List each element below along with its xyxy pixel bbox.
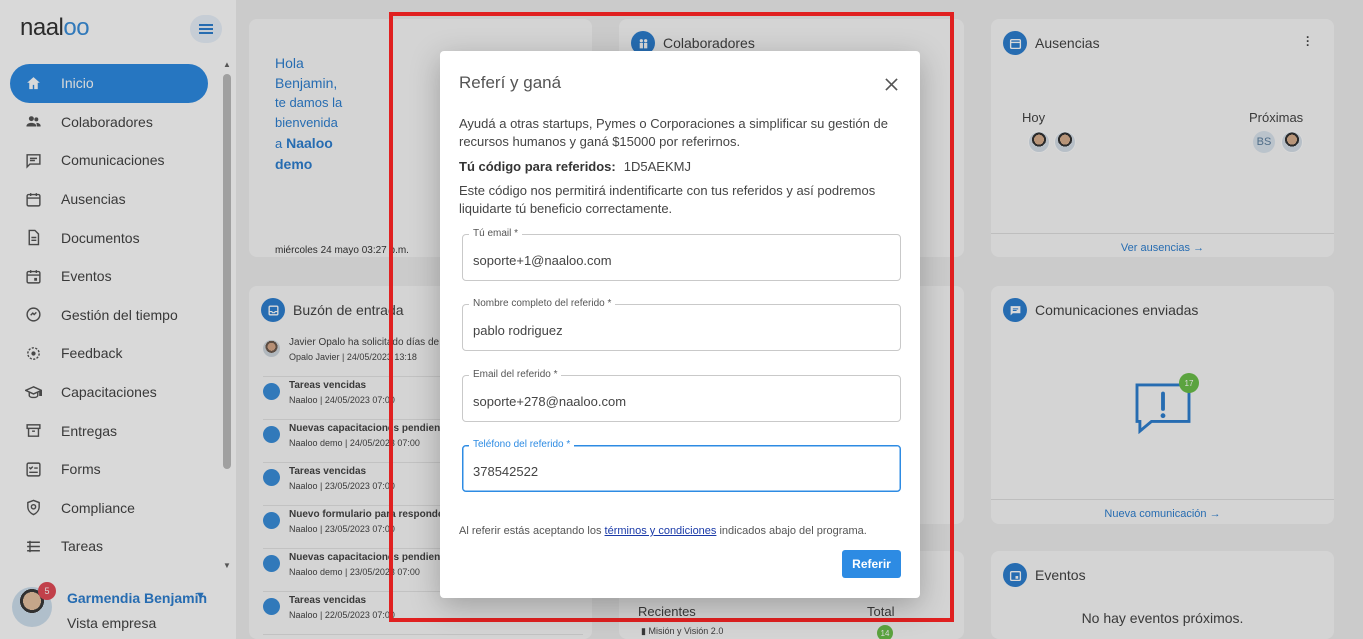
close-icon[interactable] <box>882 75 900 93</box>
referral-name-input[interactable] <box>473 323 873 338</box>
terms-link[interactable]: términos y condiciones <box>605 525 717 537</box>
referral-phone-field[interactable]: Teléfono del referido * <box>462 439 901 492</box>
dialog-title: Referí y ganá <box>459 73 562 92</box>
referral-name-field[interactable]: Nombre completo del referido * <box>462 298 901 351</box>
referral-email-field[interactable]: Email del referido * <box>462 369 901 422</box>
dialog-description-2: Este código nos permitirá indentificarte… <box>459 183 876 216</box>
referir-button[interactable]: Referir <box>842 550 901 578</box>
your-email-input[interactable] <box>473 253 873 268</box>
dialog-description: Ayudá a otras startups, Pymes o Corporac… <box>459 116 888 149</box>
referral-code: Tú código para referidos: 1D5AEKMJ <box>459 159 691 174</box>
referral-dialog: Referí y ganá Ayudá a otras startups, Py… <box>440 51 920 598</box>
referral-email-input[interactable] <box>473 394 873 409</box>
your-email-field[interactable]: Tú email * <box>462 228 901 281</box>
terms-text: Al referir estás aceptando los términos … <box>459 525 867 537</box>
referral-phone-input[interactable] <box>473 464 873 479</box>
